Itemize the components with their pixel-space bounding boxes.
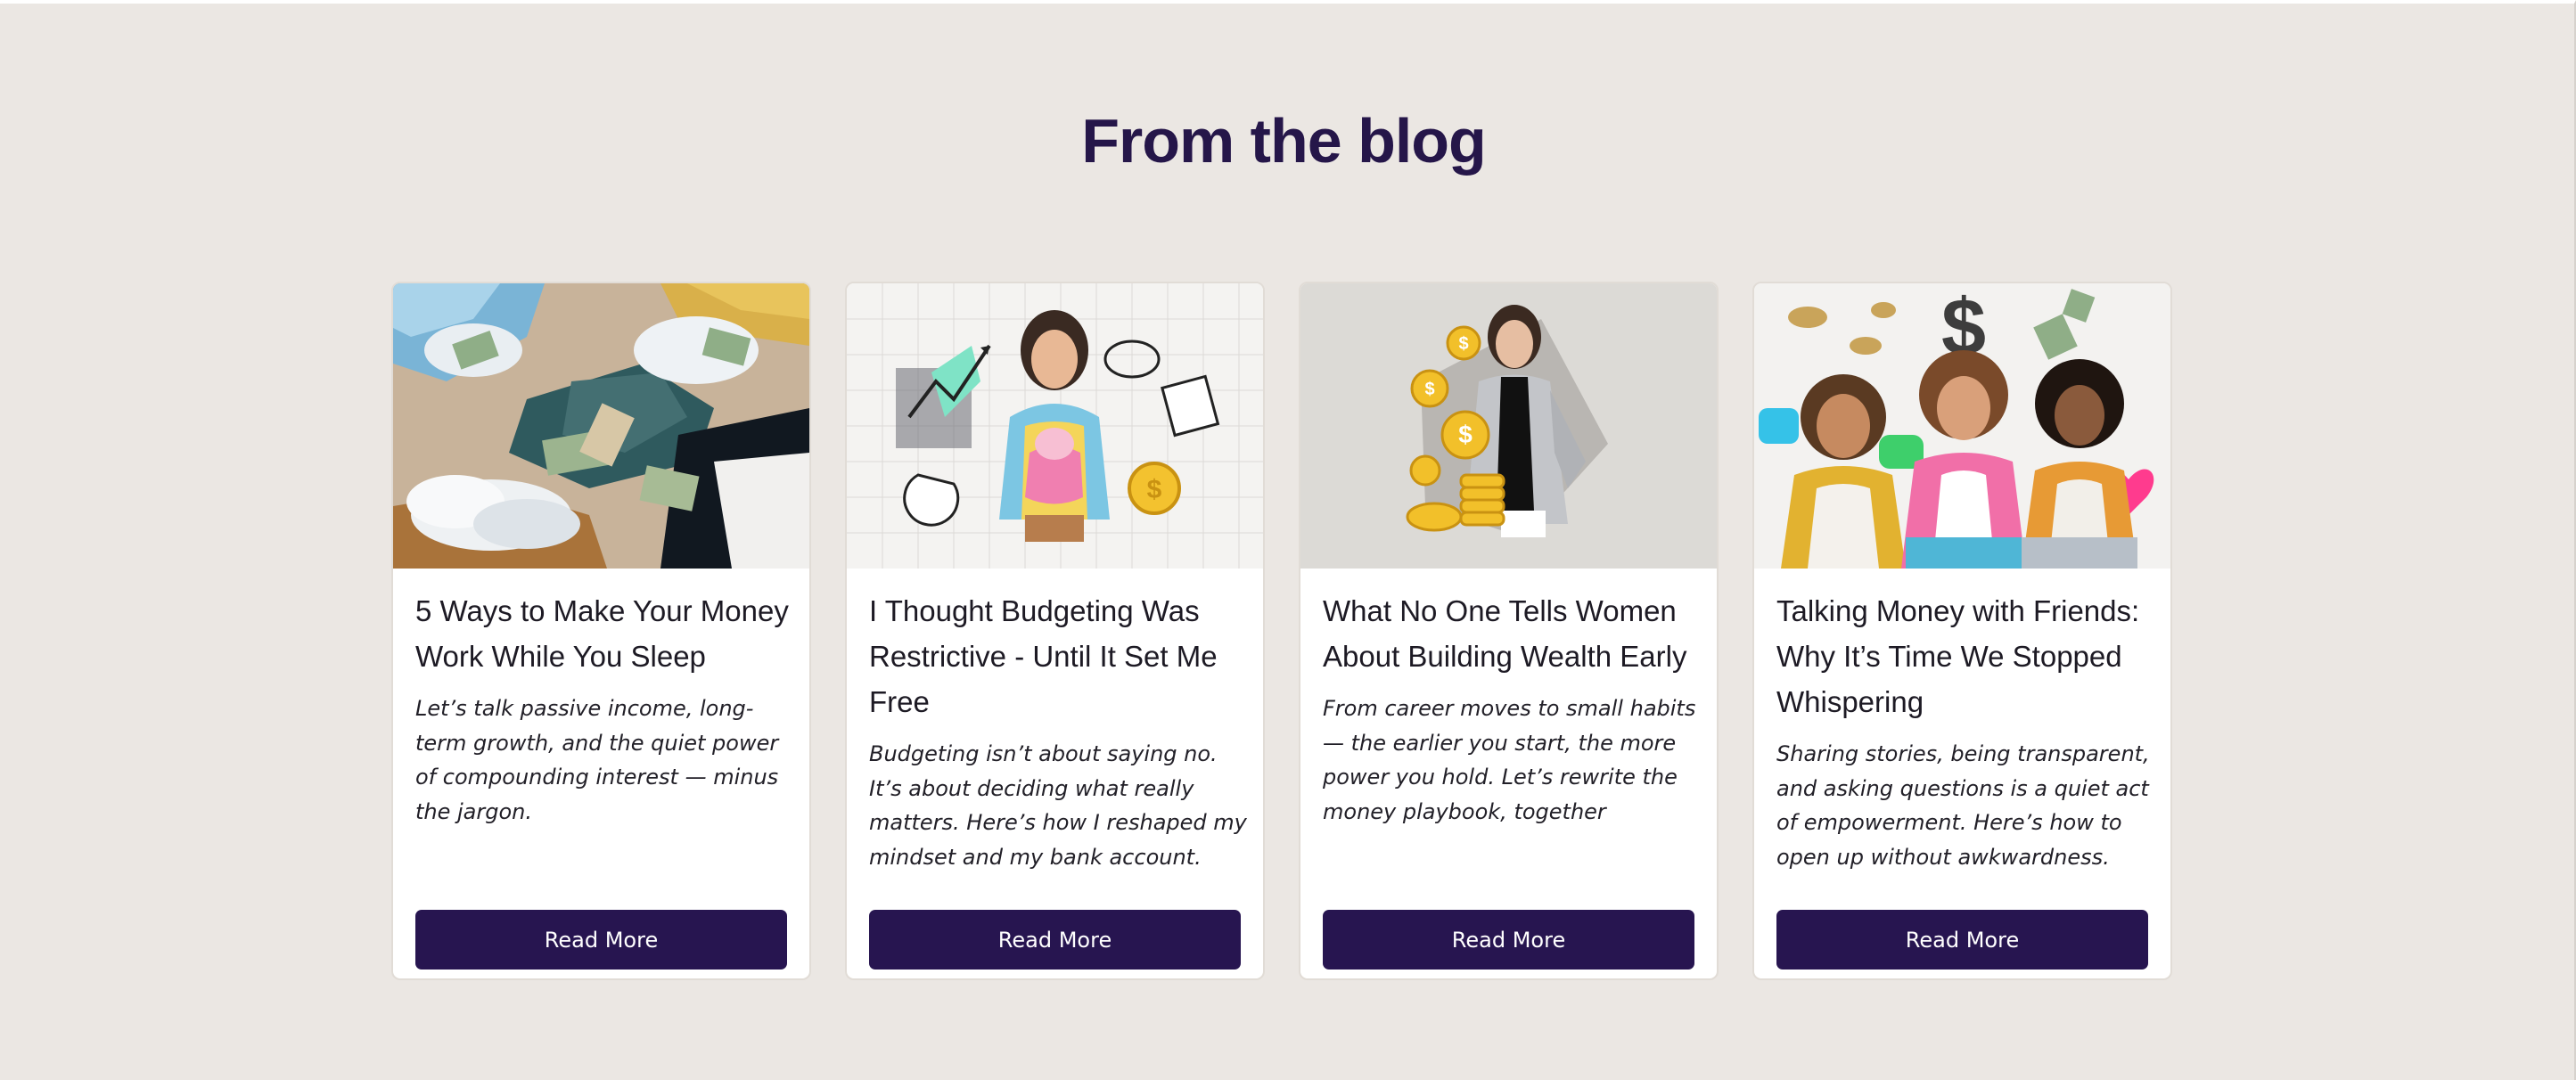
blog-card-excerpt: Let’s talk passive income, long-term gro… (415, 696, 779, 824)
blog-card-title[interactable]: I Thought Budgeting Was Restrictive - Un… (869, 588, 1248, 724)
section-title: From the blog (1081, 106, 1487, 176)
svg-text:$: $ (1147, 475, 1162, 504)
blog-card: $ $ $ What No One Tells Women About Buil… (1299, 282, 1719, 980)
blog-card-image[interactable]: $ (847, 283, 1263, 569)
blog-card-image[interactable]: $ (1754, 283, 2170, 569)
blog-card-image[interactable] (393, 283, 809, 569)
blog-card-title[interactable]: Talking Money with Friends: Why It’s Tim… (1776, 588, 2155, 724)
blog-card-title[interactable]: 5 Ways to Make Your Money Work While You… (415, 588, 794, 679)
read-more-button[interactable]: Read More (1323, 910, 1694, 970)
money-collage-illustration (393, 283, 809, 569)
read-more-button[interactable]: Read More (415, 910, 787, 970)
read-more-button[interactable]: Read More (1776, 910, 2148, 970)
svg-text:$: $ (1424, 380, 1434, 399)
blog-card-list: 5 Ways to Make Your Money Work While You… (391, 282, 2172, 980)
blog-section: From the blog 5 Ways to Make Your Money … (0, 0, 2576, 1080)
blog-card: $ I Thought Budgeting Was Restrictive - … (845, 282, 1265, 980)
blog-card-title[interactable]: What No One Tells Women About Building W… (1323, 588, 1702, 679)
friends-phones-illustration: $ (1754, 283, 2170, 569)
budgeting-collage-illustration: $ (847, 283, 1263, 569)
blog-card-excerpt: Sharing stories, being transparent, and … (1776, 741, 2150, 870)
businesswoman-coins-illustration: $ $ $ (1300, 283, 1717, 569)
svg-text:$: $ (1458, 421, 1473, 448)
blog-card-excerpt: From career moves to small habits — the … (1323, 696, 1696, 824)
read-more-button[interactable]: Read More (869, 910, 1241, 970)
blog-card-excerpt: Budgeting isn’t about saying no. It’s ab… (869, 741, 1247, 870)
svg-text:$: $ (1458, 334, 1468, 354)
blog-card: $ Talking Money with Friends: Why It’s T… (1752, 282, 2172, 980)
blog-card: 5 Ways to Make Your Money Work While You… (391, 282, 811, 980)
blog-card-image[interactable]: $ $ $ (1300, 283, 1717, 569)
